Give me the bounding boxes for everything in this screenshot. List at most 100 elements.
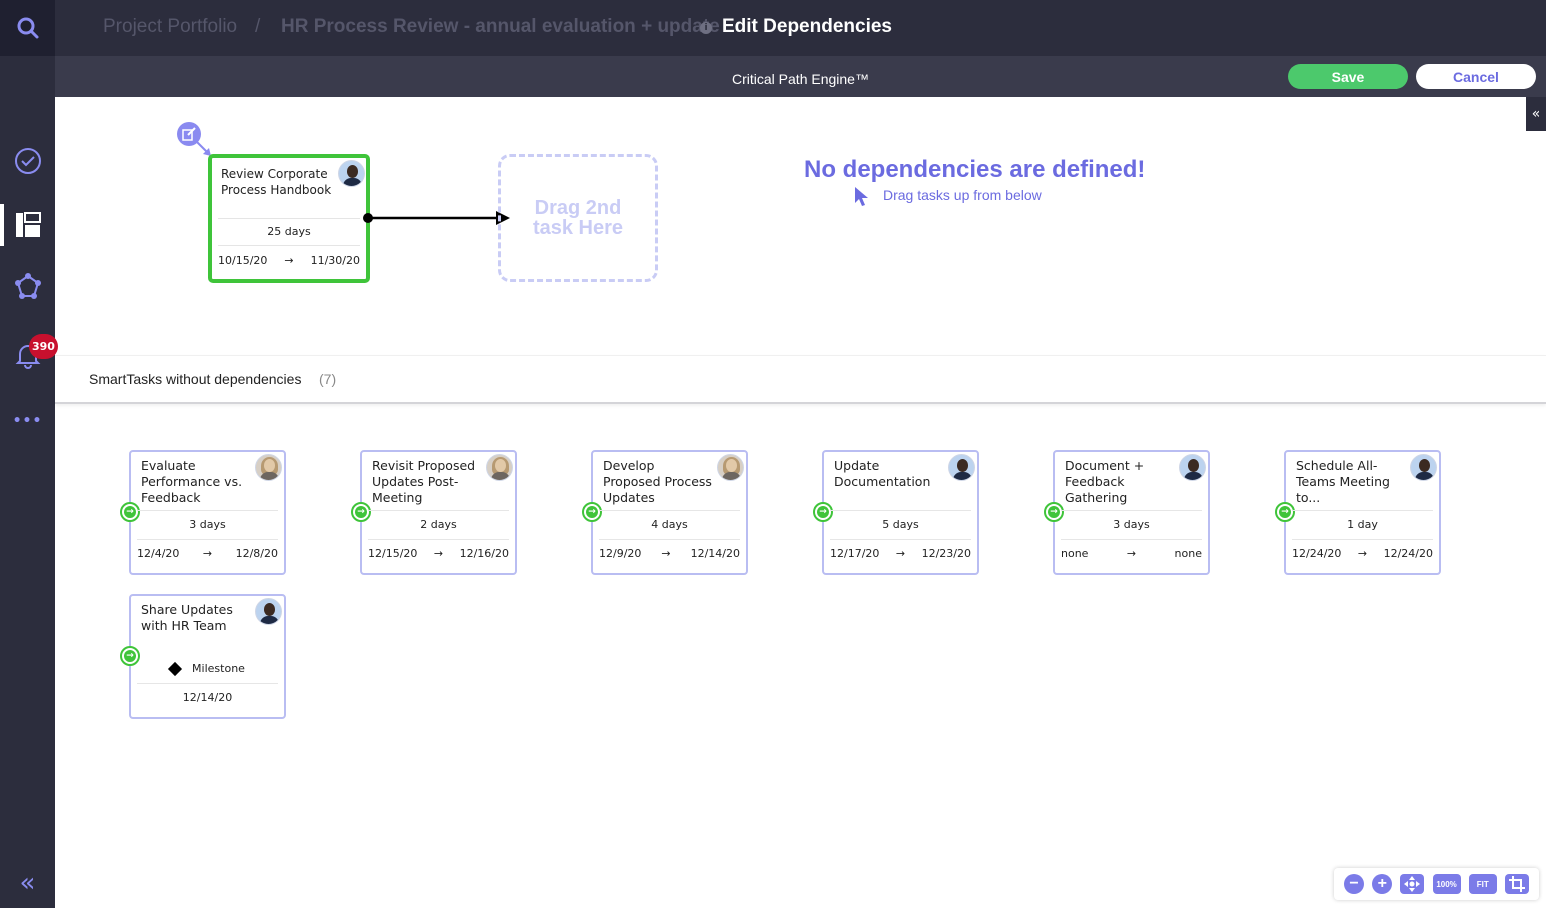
- search-button[interactable]: [0, 0, 55, 56]
- pan-button[interactable]: [1400, 874, 1425, 894]
- sidebar-item-network[interactable]: [0, 262, 55, 312]
- task-card[interactable]: Evaluate Performance vs. Feedback → 3 da…: [120, 450, 286, 575]
- date-arrow: →: [895, 547, 906, 560]
- arrow-right-icon: →: [817, 506, 829, 518]
- page-title: Edit Dependencies: [722, 16, 892, 37]
- date-arrow: →: [433, 547, 444, 560]
- milestone-label: Milestone: [192, 662, 245, 675]
- milestone-row: Milestone: [137, 654, 278, 684]
- task-card[interactable]: Schedule All-Teams Meeting to... → 1 day…: [1275, 450, 1441, 575]
- cursor-pointer-icon: [855, 187, 868, 206]
- task-duration: 3 days: [1061, 510, 1202, 540]
- collapse-panel-icon[interactable]: «: [1526, 97, 1546, 131]
- arrow-right-icon: →: [586, 506, 598, 518]
- task-dates: 10/15/20 → 11/30/20: [218, 254, 360, 267]
- breadcrumb-portfolio[interactable]: Project Portfolio: [103, 16, 237, 38]
- task-title: Share Updates with HR Team: [141, 602, 233, 633]
- zoom-100-button[interactable]: 100%: [1432, 874, 1461, 894]
- empty-state-subtitle: Drag tasks up from below: [883, 187, 1042, 203]
- assignee-avatar: [255, 454, 282, 481]
- task-dates: 12/24/20 → 12/24/20: [1292, 547, 1433, 560]
- assignee-avatar: [948, 454, 975, 481]
- assignee-avatar: [1179, 454, 1206, 481]
- unlinked-tasks-header: SmartTasks without dependencies (7): [55, 355, 1546, 404]
- task-dates: 12/15/20 → 12/16/20: [368, 547, 509, 560]
- task-title: Revisit Proposed Updates Post-Meeting: [372, 458, 476, 505]
- drop-zone-label-line1: Drag 2nd: [534, 197, 622, 219]
- zoom-toolbar: − + 100% FIT: [1334, 868, 1539, 900]
- task-dates: 12/4/20 → 12/8/20: [137, 547, 278, 560]
- save-button[interactable]: Save: [1288, 64, 1408, 89]
- task-start-date: 12/24/20: [1292, 547, 1342, 560]
- top-bar: Project Portfolio / HR Process Review - …: [55, 0, 1546, 56]
- milestone-date: 12/14/20: [182, 691, 233, 704]
- task-duration: 5 days: [830, 510, 971, 540]
- assignee-avatar: [717, 454, 744, 481]
- task-end-date: 12/24/20: [1383, 547, 1433, 560]
- task-dates: 12/9/20 → 12/14/20: [599, 547, 740, 560]
- sidebar-item-projects[interactable]: [0, 200, 55, 250]
- milestone-diamond-icon: [167, 661, 183, 676]
- section-count: (7): [319, 371, 337, 387]
- cancel-button[interactable]: Cancel: [1416, 64, 1536, 89]
- date-arrow: →: [661, 547, 671, 560]
- section-label: SmartTasks without dependencies: [89, 371, 302, 387]
- task-title: Document + Feedback Gathering: [1065, 458, 1145, 505]
- search-icon: [17, 17, 38, 39]
- task-title: Review Corporate Process Handbook: [221, 167, 332, 197]
- task-end-date: 12/23/20: [921, 547, 971, 560]
- task-title: Schedule All-Teams Meeting to...: [1296, 458, 1390, 505]
- assignee-avatar: [1410, 454, 1437, 481]
- task-card[interactable]: Develop Proposed Process Updates → 4 day…: [582, 450, 748, 575]
- milestone-card[interactable]: Share Updates with HR Team → Milestone 1…: [120, 594, 286, 719]
- date-arrow: →: [1126, 547, 1137, 560]
- task-duration: 4 days: [599, 510, 740, 540]
- arrow-right-icon: →: [1048, 506, 1060, 518]
- notification-badge: 390: [29, 334, 58, 359]
- task-start-date: 12/4/20: [137, 547, 180, 560]
- date-arrow: →: [202, 547, 213, 560]
- crop-icon: [1508, 876, 1525, 892]
- date-arrow: →: [1357, 547, 1368, 560]
- arrow-right-icon: →: [1279, 506, 1291, 518]
- task-end-date: 12/8/20: [235, 547, 278, 560]
- task-duration: 3 days: [137, 510, 278, 540]
- assignee-avatar: [486, 454, 513, 481]
- selected-task-card[interactable]: Review Corporate Process Handbook 25 day…: [208, 154, 370, 283]
- more-icon[interactable]: •••: [0, 396, 55, 446]
- project-board-icon: [15, 212, 41, 237]
- task-title: Develop Proposed Process Updates: [603, 458, 712, 505]
- zoom-in-button[interactable]: +: [1372, 874, 1393, 894]
- left-sidebar: 390 ••• «: [0, 0, 58, 908]
- empty-state-title: No dependencies are defined!: [804, 156, 1146, 183]
- checkmark-circle-icon: [14, 148, 41, 174]
- breadcrumb-project[interactable]: HR Process Review - annual evaluation + …: [281, 16, 720, 38]
- drop-zone[interactable]: Drag 2nd task Here: [498, 154, 658, 282]
- move-icon: [1404, 876, 1421, 892]
- task-duration: 1 day: [1292, 510, 1433, 540]
- info-icon[interactable]: i: [700, 22, 712, 34]
- task-start-date: 12/17/20: [830, 547, 880, 560]
- task-end-date: 12/14/20: [690, 547, 740, 560]
- sidebar-item-tasks[interactable]: [0, 136, 55, 186]
- zoom-out-button[interactable]: −: [1344, 874, 1365, 894]
- task-card[interactable]: Revisit Proposed Updates Post-Meeting → …: [351, 450, 517, 575]
- drop-zone-label-line2: task Here: [532, 217, 624, 239]
- collapse-sidebar-icon[interactable]: «: [0, 858, 55, 908]
- task-card[interactable]: Document + Feedback Gathering → 3 days n…: [1044, 450, 1210, 575]
- date-arrow: →: [284, 254, 294, 267]
- task-start-date: 12/15/20: [368, 547, 418, 560]
- task-dates: 12/17/20 → 12/23/20: [830, 547, 971, 560]
- breadcrumb-separator: /: [255, 16, 261, 37]
- task-start-date: none: [1061, 547, 1089, 560]
- task-start-date: 10/15/20: [218, 254, 268, 267]
- arrow-right-icon: →: [124, 650, 136, 662]
- task-end-date: none: [1174, 547, 1202, 560]
- task-card[interactable]: Update Documentation → 5 days 12/17/20 →…: [813, 450, 979, 575]
- network-icon: [14, 273, 41, 299]
- zoom-fit-button[interactable]: FIT: [1468, 874, 1497, 894]
- task-start-date: 12/9/20: [599, 547, 642, 560]
- assignee-avatar: [338, 160, 365, 187]
- task-end-date: 12/16/20: [459, 547, 509, 560]
- crop-button[interactable]: [1504, 874, 1529, 894]
